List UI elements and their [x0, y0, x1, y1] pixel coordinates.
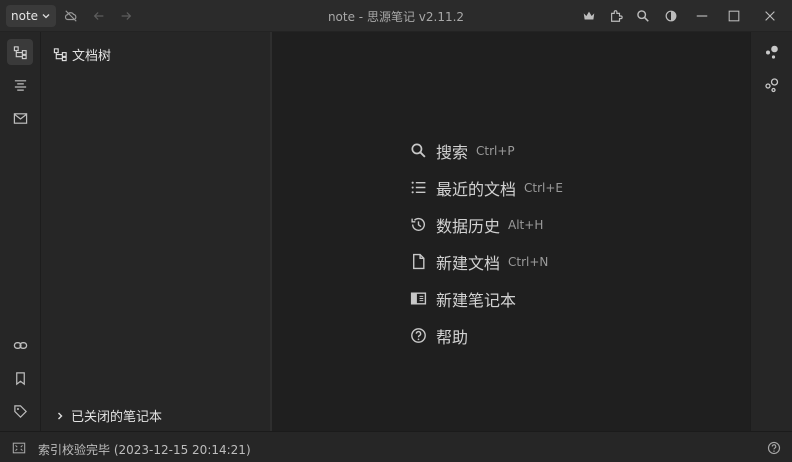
menu-item-label: 数据历史	[436, 216, 501, 236]
help-icon	[408, 326, 428, 346]
right-dock	[750, 32, 792, 431]
doc-tree-header: 文档树	[53, 45, 111, 64]
minimize-icon[interactable]	[694, 8, 710, 24]
left-dock	[0, 32, 41, 431]
editor-empty-area: 搜索 Ctrl+P 最近的文档 Ctrl+E 数据历史 Alt+H 新建文档 C…	[272, 32, 750, 431]
tag-icon[interactable]	[7, 398, 33, 424]
menu-item-label: 新建笔记本	[436, 290, 517, 310]
graph-icon[interactable]	[762, 42, 782, 62]
doc-tree-icon[interactable]	[7, 39, 33, 65]
status-message: 索引校验完毕 (2023-12-15 20:14:21)	[38, 443, 251, 457]
closed-notebooks-toggle[interactable]: 已关闭的笔记本	[55, 406, 162, 425]
chevron-down-icon	[42, 14, 50, 19]
status-bar: 索引校验完毕 (2023-12-15 20:14:21)	[0, 431, 792, 462]
menu-item-search[interactable]: 搜索 Ctrl+P	[408, 132, 563, 169]
notebook-icon	[408, 289, 428, 309]
dock-toggle-icon[interactable]	[11, 440, 26, 455]
file-icon	[408, 252, 428, 272]
shortcut-label: Ctrl+E	[524, 180, 564, 195]
forward-arrow-icon[interactable]	[118, 8, 134, 24]
empty-menu: 搜索 Ctrl+P 最近的文档 Ctrl+E 数据历史 Alt+H 新建文档 C…	[408, 132, 563, 354]
shortcut-label: Alt+H	[508, 217, 544, 232]
menu-item-recent-docs[interactable]: 最近的文档 Ctrl+E	[408, 169, 563, 206]
closed-notebooks-label: 已关闭的笔记本	[71, 410, 163, 425]
help-icon[interactable]	[766, 440, 781, 455]
menu-item-label: 新建文档	[436, 253, 501, 273]
menu-item-new-doc[interactable]: 新建文档 Ctrl+N	[408, 243, 563, 280]
workspace-button[interactable]: note	[6, 5, 57, 27]
theme-icon[interactable]	[663, 8, 679, 24]
menu-item-label: 最近的文档	[436, 179, 517, 199]
chevron-right-icon	[58, 412, 63, 419]
menu-item-help[interactable]: 帮助	[408, 317, 563, 354]
global-graph-icon[interactable]	[762, 75, 782, 95]
plugin-icon[interactable]	[608, 8, 624, 24]
menu-item-label: 搜索	[436, 142, 469, 162]
cloud-off-icon[interactable]	[63, 8, 79, 24]
bookmark-icon[interactable]	[7, 365, 33, 391]
outline-icon[interactable]	[7, 72, 33, 98]
search-icon	[408, 141, 428, 161]
shortcut-label: Ctrl+N	[508, 254, 549, 269]
menu-item-data-history[interactable]: 数据历史 Alt+H	[408, 206, 563, 243]
close-icon[interactable]	[762, 8, 778, 24]
history-icon	[408, 215, 428, 235]
crown-icon[interactable]	[581, 8, 597, 24]
doc-tree-title: 文档树	[72, 49, 112, 64]
title-bar: note note - 思源笔记 v2.11.2	[0, 0, 792, 32]
maximize-icon[interactable]	[726, 8, 742, 24]
search-icon[interactable]	[635, 8, 651, 24]
doc-tree-icon	[53, 48, 67, 62]
list-icon	[408, 178, 428, 198]
workspace-label: note	[11, 9, 39, 23]
menu-item-label: 帮助	[436, 327, 469, 347]
backlink-icon[interactable]	[7, 332, 33, 358]
back-arrow-icon[interactable]	[91, 8, 107, 24]
inbox-icon[interactable]	[7, 105, 33, 131]
shortcut-label: Ctrl+P	[476, 143, 515, 158]
doc-tree-panel: 文档树 已关闭的笔记本	[41, 32, 270, 431]
menu-item-new-notebook[interactable]: 新建笔记本	[408, 280, 563, 317]
